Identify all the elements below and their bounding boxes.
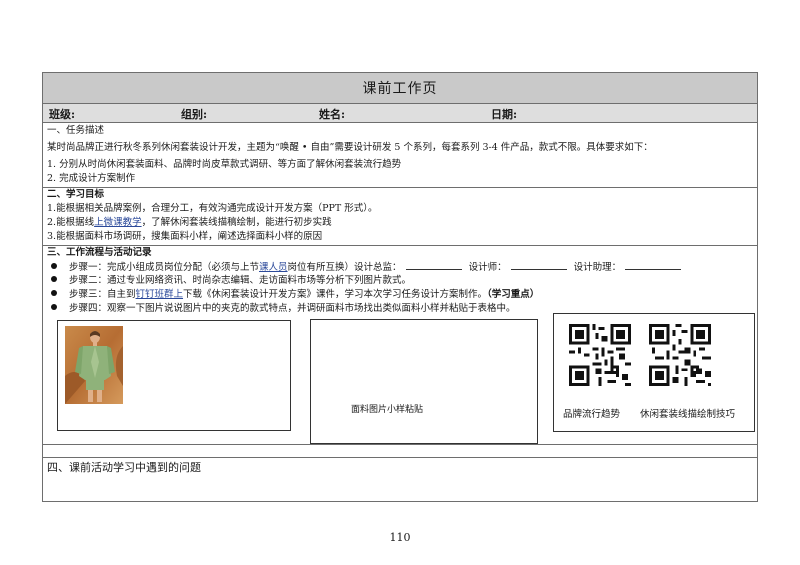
- section-task-description: 一、任务描述 某时尚品牌正进行秋冬系列休闲套装设计开发，主题为“唤醒 • 自由”…: [43, 123, 757, 188]
- qr-label-line-drawing: 休闲套装线描绘制技巧: [640, 409, 736, 420]
- qr-code-icon[interactable]: [569, 324, 631, 386]
- bullet-icon: [51, 304, 57, 310]
- goal-2-text: 2.能根据线: [47, 217, 95, 228]
- page-title: 课前工作页: [43, 73, 757, 104]
- section-heading: 二、学习目标: [47, 189, 105, 200]
- group-label: 组别:: [181, 108, 208, 121]
- task-intro: 某时尚品牌正进行秋冬系列休闲套装设计开发，主题为“唤醒 • 自由”需要设计研发 …: [47, 142, 653, 153]
- qr-label-brand-trend: 品牌流行趋势: [563, 409, 621, 420]
- step-3: 步骤三：自主到钉钉班群上下载《休闲套装设计开发方案》课件，学习本次学习任务设计方…: [47, 289, 539, 302]
- task-item-1: 1. 分别从时尚休闲套装面料、品牌时尚皮草款式调研、等方面了解休闲套装流行趋势: [47, 159, 402, 170]
- info-row: 班级: 组别: 姓名: 日期:: [43, 104, 757, 123]
- micro-course-link[interactable]: 上微课教学: [94, 217, 142, 228]
- section-questions: 四、课前活动学习中遇到的问题: [43, 457, 757, 502]
- director-label: 岗位有所互换）设计总监：: [287, 262, 402, 273]
- step-1-text: 步骤一：完成小组成员岗位分配（必须与上节: [69, 262, 260, 273]
- step-1-link: 课人员: [259, 262, 288, 273]
- bullet-icon: [51, 290, 57, 296]
- task-item-2: 2. 完成设计方案制作: [47, 173, 136, 184]
- goal-3: 3.能根据面料市场调研，搜集面料小样，阐述选择面料小样的原因: [47, 231, 323, 242]
- fabric-sample-box[interactable]: 面料图片小样粘贴: [310, 319, 538, 444]
- assistant-label: 设计助理：: [573, 262, 622, 273]
- step-4: 步骤四：观察一下图片说说图片中的夹克的款式特点，并调研面料市场找出类似面料小样并…: [47, 303, 516, 316]
- director-blank[interactable]: [405, 261, 462, 270]
- dingtalk-group-link[interactable]: 钉钉班群上: [136, 289, 184, 300]
- jacket-outfit-photo: [65, 326, 123, 404]
- designer-blank[interactable]: [510, 261, 567, 270]
- step-2-text: 步骤二：通过专业网络资讯、时尚杂志编辑、走访面料市场等分析下列图片款式。: [69, 275, 412, 286]
- assistant-blank[interactable]: [625, 261, 682, 270]
- page-number: 110: [389, 531, 411, 544]
- section-learning-goals: 二、学习目标 1.能根据相关品牌案例，合理分工，有效沟通完成设计开发方案（PPT…: [43, 188, 757, 246]
- goal-1: 1.能根据相关品牌案例，合理分工，有效沟通完成设计开发方案（PPT 形式）。: [47, 203, 378, 214]
- designer-label: 设计师：: [468, 262, 507, 273]
- bullet-icon: [51, 276, 57, 282]
- section-heading: 四、课前活动学习中遇到的问题: [47, 461, 201, 474]
- section-workflow: 三、工作流程与活动记录 步骤一：完成小组成员岗位分配（必须与上节课人员岗位有所互…: [43, 246, 757, 445]
- goal-2: 2.能根据线上微课教学，了解休闲套装线描稿绘制，能进行初步实践: [47, 217, 332, 230]
- section-heading: 一、任务描述: [47, 125, 105, 136]
- step-3-text: 步骤三：自主到: [69, 289, 136, 300]
- reference-photo-box: [57, 320, 291, 431]
- qr-code-icon[interactable]: [649, 324, 711, 386]
- step-3-text-mid: 下载《休闲套装设计开发方案》课件，学习本次学习任务设计方案制作。: [183, 289, 488, 300]
- qr-code-box: 品牌流行趋势 休闲套装线描绘制技巧: [553, 313, 755, 432]
- worksheet-table: 课前工作页 班级: 组别: 姓名: 日期: 一、任务描述 某时尚品牌正进行秋冬系…: [42, 72, 758, 502]
- section-heading: 三、工作流程与活动记录: [47, 247, 152, 258]
- goal-2-text-end: ，了解休闲套装线描稿绘制，能进行初步实践: [141, 217, 332, 228]
- name-label: 姓名:: [319, 108, 346, 121]
- bullet-icon: [51, 263, 57, 269]
- step-4-text: 步骤四：观察一下图片说说图片中的夹克的款式特点，并调研面料市场找出类似面料小样并…: [69, 303, 516, 314]
- key-point-label: （学习重点）: [487, 289, 540, 300]
- fabric-paste-label: 面料图片小样粘贴: [351, 405, 424, 415]
- date-label: 日期:: [491, 108, 518, 121]
- step-2: 步骤二：通过专业网络资讯、时尚杂志编辑、走访面料市场等分析下列图片款式。: [47, 275, 411, 288]
- step-1: 步骤一：完成小组成员岗位分配（必须与上节课人员岗位有所互换）设计总监： 设计师：…: [47, 261, 685, 275]
- class-label: 班级:: [49, 108, 76, 121]
